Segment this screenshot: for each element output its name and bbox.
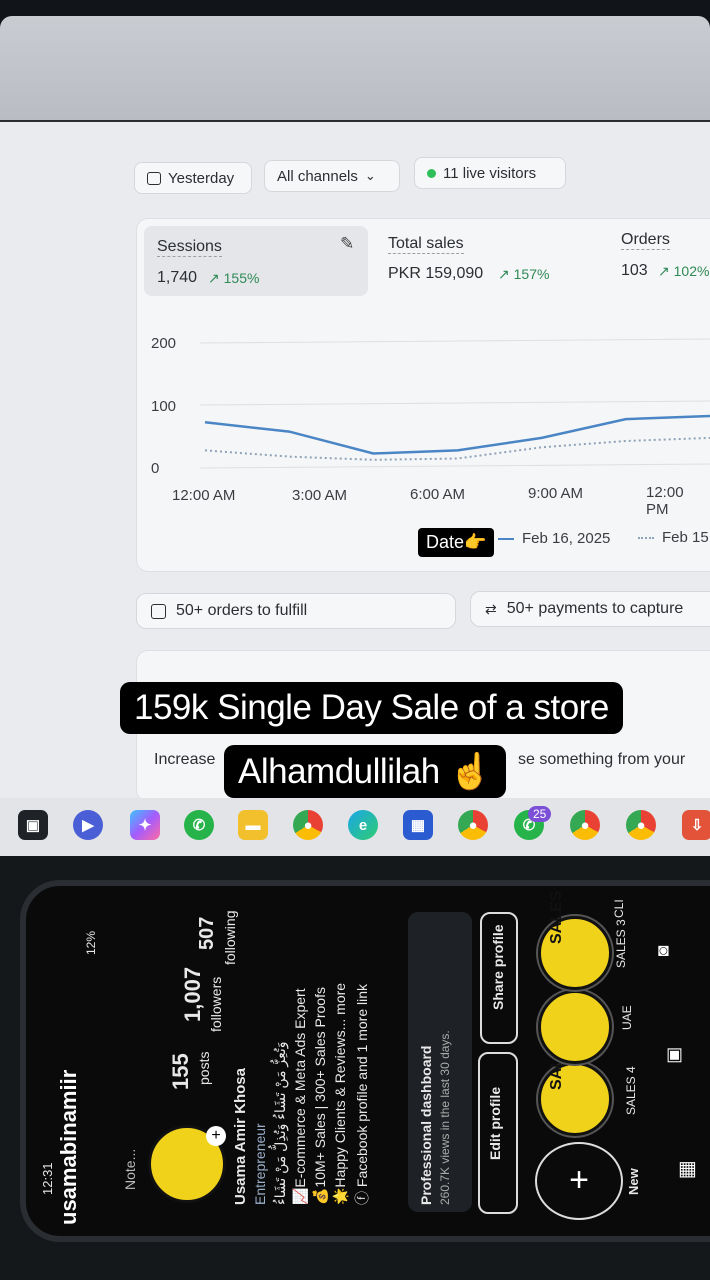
bio-line3[interactable]: 🌟Happy Clients & Reviews... more (332, 983, 349, 1205)
store-icon[interactable]: ▦ (403, 810, 433, 840)
followers-count[interactable]: 1,007 (180, 967, 206, 1022)
edge-icon[interactable]: e (348, 810, 378, 840)
posts-count: 155 (168, 1053, 193, 1090)
phone-battery: 12% (84, 930, 98, 955)
profile-username: usamabinamiir (56, 1069, 81, 1225)
chrome-icon[interactable]: ● (293, 810, 323, 840)
orders-to-fulfill-button[interactable]: 50+ orders to fulfill (136, 593, 456, 629)
payments-to-capture-button[interactable]: ⇄ 50+ payments to capture (470, 591, 710, 627)
edit-profile-label: Edit profile (487, 1086, 503, 1160)
meet-icon[interactable]: ▶ (73, 810, 103, 840)
profile-note[interactable]: Note... (122, 1149, 138, 1190)
chrome-profile-icon[interactable]: ● (570, 810, 600, 840)
followers-label[interactable]: followers (208, 977, 224, 1032)
chrome-profile-icon[interactable]: ● (458, 810, 488, 840)
bio-arabic: وَتُعِزُّ مَنْ تَشَاءُ وَتُذِلُّ مَنْ تَ… (272, 1041, 288, 1205)
new-highlight-button[interactable]: + (535, 1142, 623, 1220)
dashboard-subtitle: 260.7K views in the last 30 days. (438, 1030, 452, 1205)
story-caption-line2: Alhamdullilah ☝ (224, 745, 506, 798)
share-profile-label: Share profile (490, 924, 506, 1010)
bio-line2: 💰10M+ Sales | 300+ Sales Proofs (312, 987, 328, 1205)
phone-status-time: 12:31 (40, 1162, 55, 1195)
highlight-title: SALES (548, 890, 566, 944)
legend-item-feb16: Feb 16, 2025 (498, 530, 610, 547)
highlight-label-uae: UAE (620, 1005, 634, 1030)
inbox-icon (151, 603, 166, 619)
sessions-line-chart (199, 338, 710, 469)
date-tag-overlay: Date👉 (418, 528, 495, 557)
file-explorer-icon[interactable]: ▬ (238, 810, 268, 840)
story-caption-line1: 159k Single Day Sale of a store (120, 682, 623, 734)
highlight-label-sales3: SALES 3 (614, 919, 628, 968)
hint-text-left: Increase (154, 751, 216, 768)
legend-solid-swatch (498, 537, 514, 540)
bio-line4[interactable]: ⓕ Facebook profile and 1 more link (352, 984, 372, 1205)
grid-icon[interactable]: ▦ (678, 1156, 697, 1181)
highlight-label-cli: CLI (612, 899, 626, 918)
chart-gridlines (199, 338, 710, 469)
copilot-icon[interactable]: ✦ (130, 810, 160, 840)
payments-to-capture-label: 50+ payments to capture (506, 600, 684, 617)
series-line-feb15 (204, 436, 710, 461)
following-label[interactable]: following (222, 911, 238, 965)
bio-category: Entrepreneur (252, 1123, 268, 1205)
whatsapp-icon[interactable]: ✆ (184, 810, 214, 840)
highlight-circle[interactable] (538, 990, 612, 1064)
notification-badge: 25 (528, 806, 552, 822)
photo-frame: Yesterday All channels ⌄ 11 live visitor… (0, 0, 710, 1280)
legend-dotted-swatch (638, 536, 654, 539)
legend-item-feb15: Feb 15 (638, 529, 709, 546)
posts-label: posts (196, 1051, 212, 1085)
highlight-circle[interactable]: SALES (538, 891, 612, 990)
add-story-icon[interactable]: + (206, 1126, 226, 1146)
series-line-feb16 (204, 414, 710, 455)
dashboard-title: Professional dashboard (418, 1045, 434, 1205)
bio-line1: 📈E-commerce & Meta Ads Expert (292, 988, 308, 1205)
hint-text-right: se something from your (518, 751, 686, 768)
payment-icon: ⇄ (485, 600, 497, 617)
highlight-circle[interactable]: SALES (538, 1037, 612, 1136)
download-icon[interactable]: ⇩ (682, 810, 710, 840)
highlight-label-new: New (626, 1168, 641, 1195)
tagged-icon[interactable]: ◙ (658, 940, 669, 961)
following-count[interactable]: 507 (196, 917, 219, 950)
reels-icon[interactable]: ▣ (666, 1044, 683, 1065)
bio-name: Usama Amir Khosa (232, 1068, 249, 1205)
chrome-profile-icon[interactable]: ● (626, 810, 656, 840)
legend-label: Feb 16, 2025 (522, 530, 611, 547)
orders-to-fulfill-label: 50+ orders to fulfill (176, 602, 308, 619)
highlight-label-sales4: SALES 4 (624, 1066, 638, 1115)
task-view-icon[interactable]: ▣ (18, 810, 48, 840)
legend-label: Feb 15 (662, 529, 709, 546)
